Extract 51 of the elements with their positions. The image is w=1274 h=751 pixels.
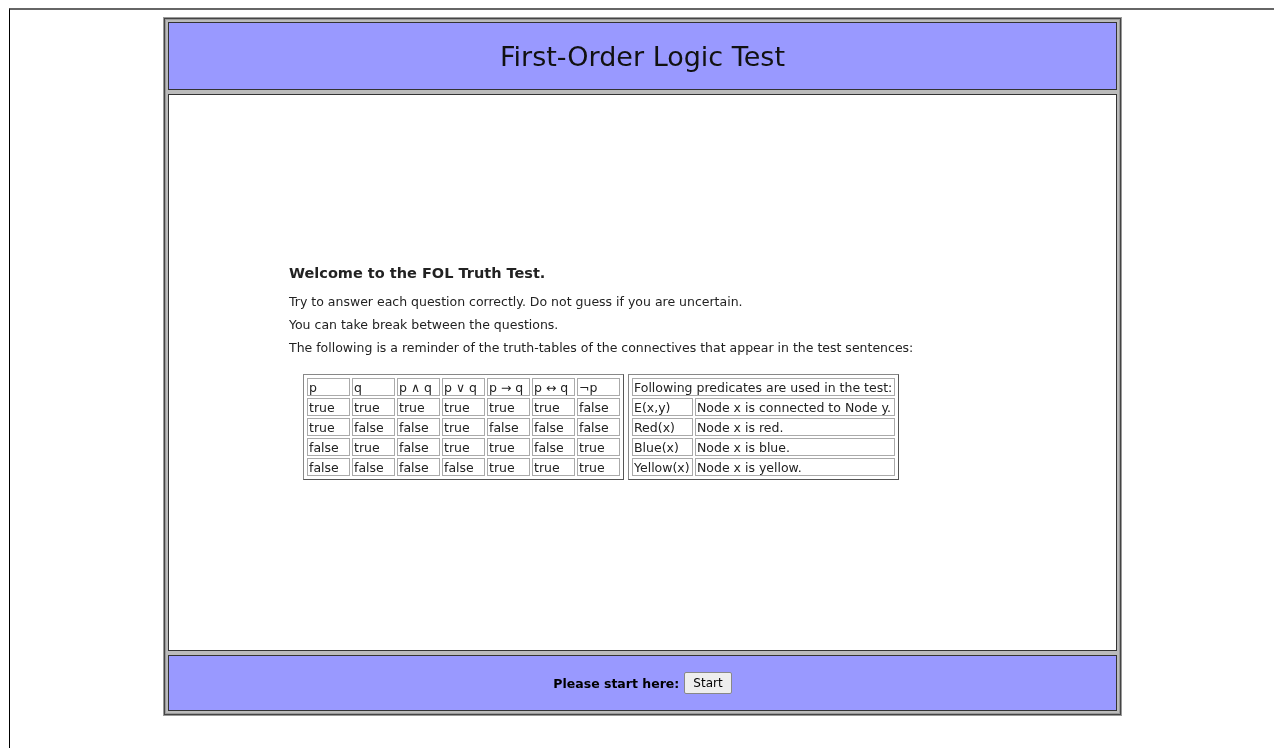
table-header-cell: q (352, 378, 395, 397)
table-header-cell: p (307, 378, 350, 397)
table-header-cell: p ↔ q (532, 378, 575, 397)
start-button[interactable]: Start (684, 672, 732, 694)
table-cell: false (487, 418, 530, 437)
table-header-cell: Following predicates are used in the test: (632, 378, 896, 397)
table-cell: true (307, 418, 350, 437)
table-cell: false (442, 458, 485, 477)
table-cell: true (442, 438, 485, 457)
instruction-text: The following is a reminder of the truth-tables of the connectives that appear in the test sentences: (289, 341, 915, 355)
table-cell: false (397, 458, 440, 477)
table-cell: Node x is red. (695, 418, 896, 437)
table-cell: false (577, 398, 620, 417)
table-cell: true (487, 438, 530, 457)
table-cell: false (397, 418, 440, 437)
instruction-text: You can take break between the questions. (289, 317, 560, 332)
table-cell: Blue(x) (632, 438, 693, 457)
table-cell: true (577, 438, 620, 457)
table-cell: false (577, 418, 620, 437)
table-cell: Yellow(x) (632, 458, 693, 477)
welcome-heading: Welcome to the FOL Truth Test. (289, 264, 547, 281)
page-title: First-Order Logic Test (500, 40, 785, 72)
table-cell: true (442, 398, 485, 417)
table-cell: false (307, 438, 350, 457)
table-cell: true (352, 438, 395, 457)
table-cell: true (532, 458, 575, 477)
table-cell: true (487, 398, 530, 417)
table-header-cell: ¬p (577, 378, 620, 397)
instruction-text: Try to answer each question correctly. Do not guess if you are uncertain. (289, 294, 744, 308)
table-cell: true (307, 398, 350, 417)
table-cell: Red(x) (632, 418, 693, 437)
table-cell: true (397, 398, 440, 417)
table-header-cell: p ∨ q (442, 378, 485, 397)
table-header-cell: p → q (487, 378, 530, 397)
table-cell: true (442, 418, 485, 437)
table-cell: true (532, 398, 575, 417)
table-header-cell: p ∧ q (397, 378, 440, 397)
table-cell: Node x is connected to Node y. (695, 398, 896, 417)
table-cell: false (532, 438, 575, 457)
table-cell: Node x is yellow. (695, 458, 896, 477)
table-cell: false (532, 418, 575, 437)
start-prompt: Please start here: (553, 675, 680, 691)
table-cell: E(x,y) (632, 398, 693, 417)
table-cell: false (307, 458, 350, 477)
table-cell: Node x is blue. (695, 438, 896, 457)
table-cell: false (352, 418, 395, 437)
table-cell: true (577, 458, 620, 477)
table-cell: true (352, 398, 395, 417)
table-cell: false (397, 438, 440, 457)
table-cell: true (487, 458, 530, 477)
table-cell: false (352, 458, 395, 477)
